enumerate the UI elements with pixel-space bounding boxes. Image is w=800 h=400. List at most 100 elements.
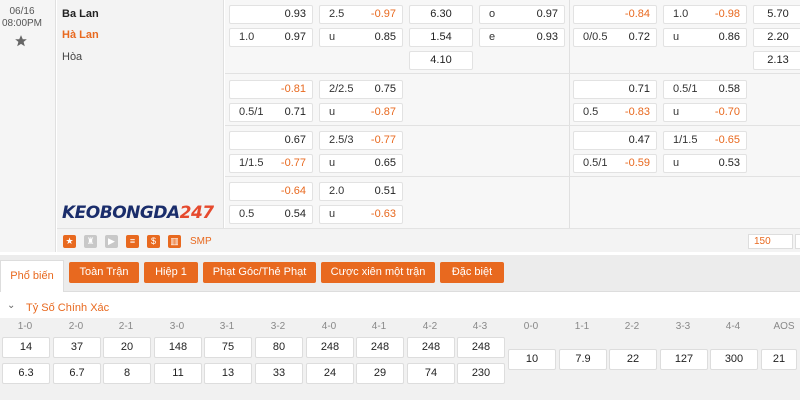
score-odds-home[interactable]: 148: [154, 337, 202, 358]
odds-value: 0.86: [719, 29, 740, 46]
odds-cell[interactable]: 0.93: [229, 5, 313, 24]
odds-cell[interactable]: 0.67: [229, 131, 313, 150]
score-odds-away[interactable]: 8: [103, 363, 151, 384]
score-odds-home[interactable]: 248: [407, 337, 455, 358]
odds-cell[interactable]: 2.5/3-0.77: [319, 131, 403, 150]
favorite-star-icon[interactable]: [14, 34, 28, 48]
odds-value: 0.93: [285, 6, 306, 23]
odds-value: -0.64: [281, 183, 306, 200]
odds-cell[interactable]: u0.53: [663, 154, 747, 173]
odds-line: u: [329, 29, 335, 46]
dollar-icon[interactable]: $: [147, 235, 160, 248]
odds-line: 0.5/1: [239, 104, 263, 121]
score-odds-away[interactable]: 24: [306, 363, 354, 384]
page-input[interactable]: 150: [748, 234, 793, 249]
odds-value: 0.54: [285, 206, 306, 223]
chart-icon[interactable]: ▥: [168, 235, 181, 248]
site-logo: KEOBONGDA247: [62, 203, 214, 223]
odds-cell[interactable]: u-0.63: [319, 205, 403, 224]
score-odds-home[interactable]: 248: [356, 337, 404, 358]
smp-label[interactable]: SMP: [190, 236, 212, 247]
odds-cell[interactable]: 2.5-0.97: [319, 5, 403, 24]
score-odds-draw[interactable]: 300: [710, 349, 758, 370]
odds-cell[interactable]: u 0.85: [319, 28, 403, 47]
odds-cell[interactable]: 0.5 0.54: [229, 205, 313, 224]
tab-special[interactable]: Đặc biệt: [440, 262, 504, 283]
odds-line: 2.5/3: [329, 132, 353, 149]
odds-cell[interactable]: 0/0.50.72: [573, 28, 657, 47]
shirt-icon[interactable]: ♜: [84, 235, 97, 248]
list-icon[interactable]: ≡: [126, 235, 139, 248]
correct-score-header[interactable]: ⌄ Tỷ Số Chính Xác: [0, 300, 800, 318]
tab-full-match[interactable]: Toàn Trận: [69, 262, 139, 283]
odds-cell[interactable]: 2.20: [753, 28, 800, 47]
match-toolbar: ★ ♜ ▶ ≡ $ ▥ SMP 150 ⌃: [57, 228, 800, 252]
odds-cell[interactable]: 2/2.50.75: [319, 80, 403, 99]
score-odds-away[interactable]: 230: [457, 363, 505, 384]
score-odds-home[interactable]: 37: [53, 337, 101, 358]
odds-cell[interactable]: 4.10: [409, 51, 473, 70]
score-odds-draw[interactable]: 7.9: [559, 349, 607, 370]
score-odds-away[interactable]: 29: [356, 363, 404, 384]
score-header: 0-0: [506, 321, 556, 332]
score-odds-home[interactable]: 14: [2, 337, 50, 358]
odds-cell[interactable]: e0.93: [479, 28, 565, 47]
odds-cell[interactable]: 2.00.51: [319, 182, 403, 201]
odds-value: -0.83: [625, 104, 650, 121]
tab-corners-cards[interactable]: Phạt Góc/Thẻ Phạt: [203, 262, 316, 283]
odds-cell[interactable]: -0.84: [573, 5, 657, 24]
score-odds-away[interactable]: 33: [255, 363, 303, 384]
odds-cell[interactable]: 0.47: [573, 131, 657, 150]
odds-cell[interactable]: 1.00.97: [229, 28, 313, 47]
odds-line: 0.5: [583, 104, 598, 121]
odds-cell[interactable]: u-0.87: [319, 103, 403, 122]
odds-cell[interactable]: u-0.70: [663, 103, 747, 122]
score-odds-away[interactable]: 6.3: [2, 363, 50, 384]
chevron-down-icon[interactable]: ⌄: [7, 300, 15, 311]
score-odds-away[interactable]: 6.7: [53, 363, 101, 384]
score-odds-home[interactable]: 20: [103, 337, 151, 358]
odds-value: 6.30: [410, 6, 472, 23]
odds-cell[interactable]: 0.5/1-0.59: [573, 154, 657, 173]
score-odds-draw[interactable]: 10: [508, 349, 556, 370]
score-odds-away[interactable]: 74: [407, 363, 455, 384]
chevron-up-icon[interactable]: ⌃: [795, 234, 800, 249]
score-odds-draw[interactable]: 127: [660, 349, 708, 370]
odds-cell[interactable]: 1/1.5-0.77: [229, 154, 313, 173]
tab-popular[interactable]: Phổ biến: [0, 260, 64, 292]
odds-value: 0.67: [285, 132, 306, 149]
odds-line: u: [329, 155, 335, 172]
odds-cell[interactable]: 0.5/10.71: [229, 103, 313, 122]
star-icon[interactable]: ★: [63, 235, 76, 248]
odds-cell[interactable]: 1.0-0.98: [663, 5, 747, 24]
odds-line: 0.5: [239, 206, 254, 223]
odds-cell[interactable]: 0.5/10.58: [663, 80, 747, 99]
odds-cell[interactable]: 0.5 -0.83: [573, 103, 657, 122]
odds-cell[interactable]: 2.13: [753, 51, 800, 70]
score-odds-home[interactable]: 75: [204, 337, 252, 358]
play-icon[interactable]: ▶: [105, 235, 118, 248]
odds-cell[interactable]: -0.64: [229, 182, 313, 201]
odds-cell[interactable]: u0.86: [663, 28, 747, 47]
odds-line: 0.5/1: [673, 81, 697, 98]
odds-cell[interactable]: 1.54: [409, 28, 473, 47]
score-odds-home[interactable]: 80: [255, 337, 303, 358]
score-odds-home[interactable]: 248: [457, 337, 505, 358]
odds-cell[interactable]: 0.71: [573, 80, 657, 99]
odds-cell[interactable]: u0.65: [319, 154, 403, 173]
odds-cell[interactable]: 5.70: [753, 5, 800, 24]
odds-value: 0.85: [375, 29, 396, 46]
tab-same-game-parlay[interactable]: Cược xiên một trận: [321, 262, 435, 283]
odds-line: 1/1.5: [239, 155, 263, 172]
odds-cell[interactable]: 1/1.5-0.65: [663, 131, 747, 150]
score-odds-draw[interactable]: 21: [761, 349, 797, 370]
team-column: Ba Lan Hà Lan Hòa KEOBONGDA247: [57, 0, 224, 252]
score-odds-home[interactable]: 248: [306, 337, 354, 358]
score-odds-away[interactable]: 13: [204, 363, 252, 384]
score-odds-away[interactable]: 11: [154, 363, 202, 384]
odds-cell[interactable]: 6.30: [409, 5, 473, 24]
odds-cell[interactable]: -0.81: [229, 80, 313, 99]
odds-cell[interactable]: o0.97: [479, 5, 565, 24]
tab-first-half[interactable]: Hiệp 1: [144, 262, 198, 283]
score-odds-draw[interactable]: 22: [609, 349, 657, 370]
